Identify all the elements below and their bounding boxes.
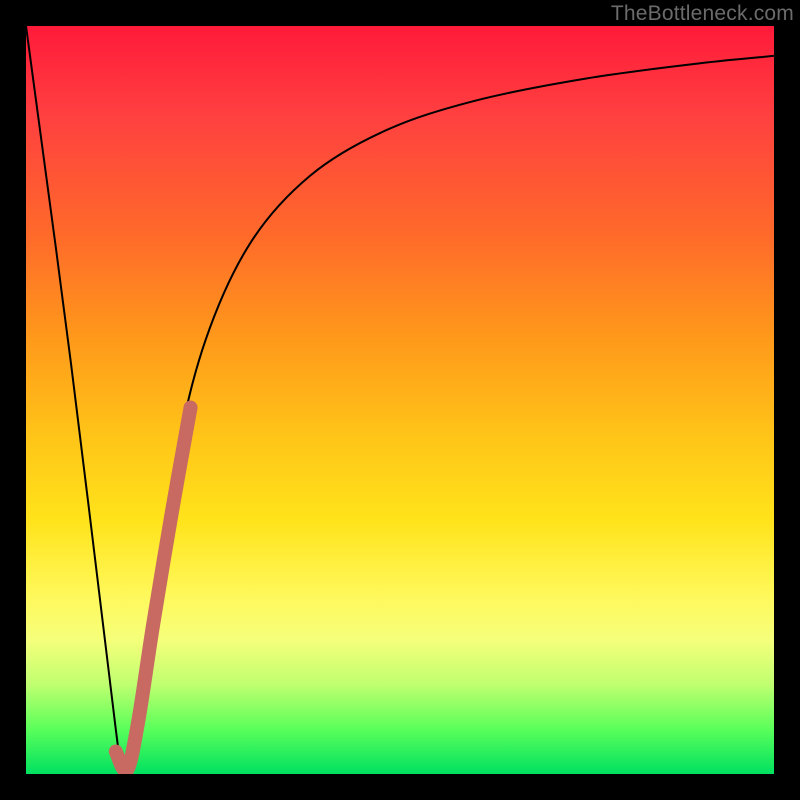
highlight-band bbox=[116, 407, 191, 771]
watermark-text: TheBottleneck.com bbox=[611, 2, 794, 26]
chart-svg bbox=[26, 26, 774, 774]
series-group bbox=[26, 26, 774, 774]
plot-area bbox=[26, 26, 774, 774]
bottleneck-curve bbox=[26, 26, 774, 774]
chart-frame: TheBottleneck.com bbox=[0, 0, 800, 800]
